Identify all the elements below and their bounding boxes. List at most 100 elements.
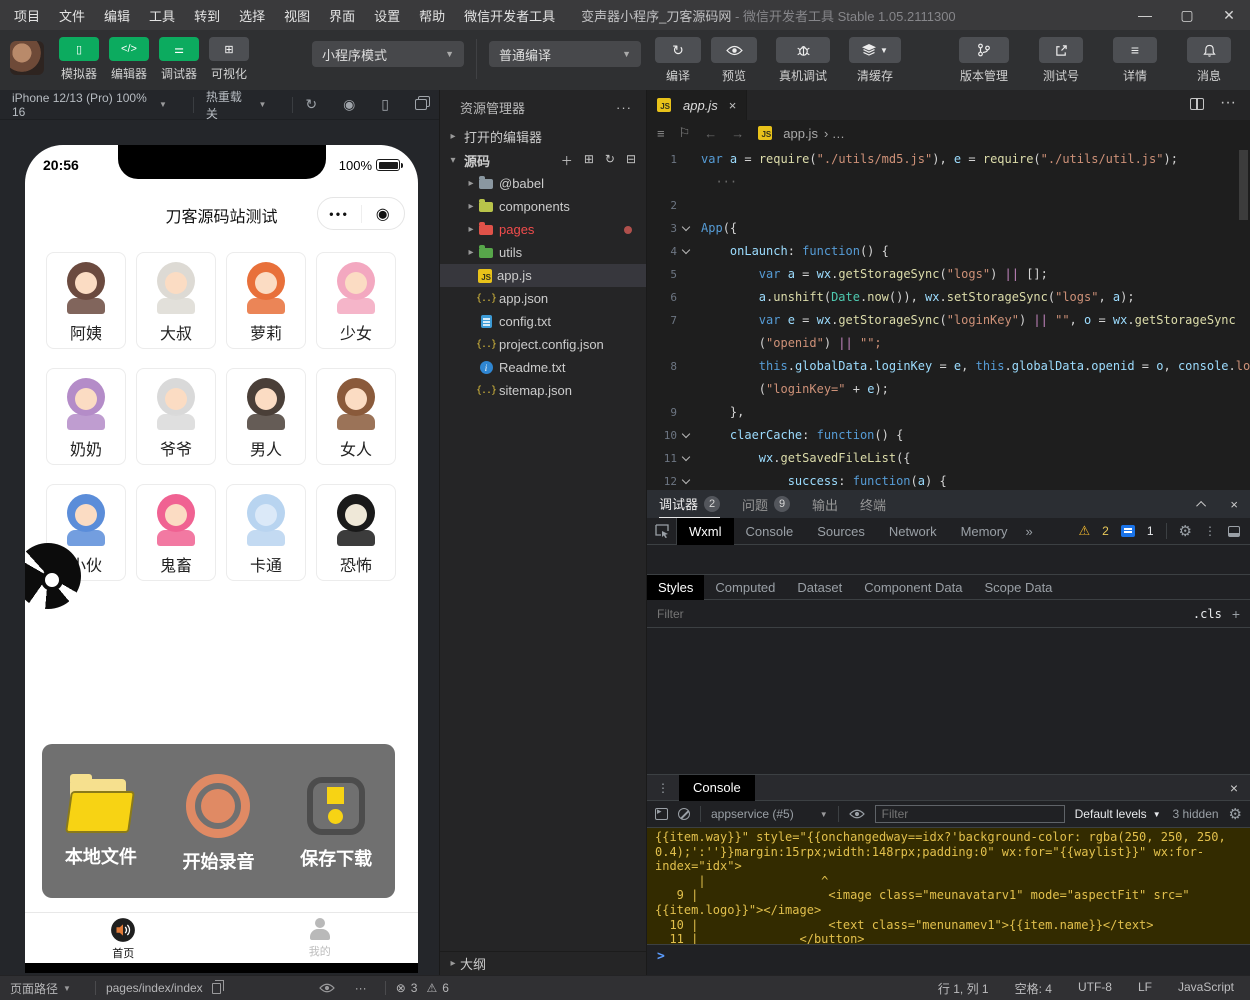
- start-record-button[interactable]: 开始录音: [182, 774, 254, 874]
- editor-scrollbar[interactable]: [1239, 150, 1248, 220]
- menu-item[interactable]: 界面: [329, 6, 355, 25]
- wxml-tree-area[interactable]: [647, 545, 1250, 575]
- devtools-tab-memory[interactable]: Memory: [949, 518, 1020, 545]
- voice-avatar-card[interactable]: 卡通: [226, 484, 306, 581]
- console-sidebar-icon[interactable]: [655, 806, 668, 820]
- split-editor-icon[interactable]: [1190, 98, 1205, 110]
- menu-item[interactable]: 帮助: [419, 6, 445, 25]
- close-tab-icon[interactable]: ×: [729, 98, 737, 113]
- panel-tab-调试器[interactable]: 调试器 2: [659, 490, 721, 518]
- fold-chevron-icon[interactable]: [681, 429, 691, 439]
- console-drawer-tab[interactable]: Console: [679, 774, 755, 801]
- preview-button[interactable]: 预览: [711, 37, 757, 84]
- voice-avatar-card[interactable]: 大叔: [136, 252, 216, 349]
- details-button[interactable]: ≡ 详情: [1113, 37, 1157, 84]
- panel-tab-终端[interactable]: 终端: [860, 490, 886, 518]
- console-prompt-row[interactable]: >: [647, 945, 1250, 975]
- voice-avatar-card[interactable]: 鬼畜: [136, 484, 216, 581]
- messages-button[interactable]: 消息: [1187, 37, 1231, 84]
- minimize-button[interactable]: —: [1124, 0, 1166, 30]
- voice-avatar-card[interactable]: 男人: [226, 368, 306, 465]
- menu-item[interactable]: 视图: [284, 6, 310, 25]
- collapse-panel-icon[interactable]: [1196, 500, 1207, 511]
- back-icon[interactable]: ←: [704, 126, 717, 141]
- new-folder-icon[interactable]: ⊞: [584, 152, 594, 169]
- warning-count[interactable]: 2: [1102, 524, 1109, 538]
- console-settings-icon[interactable]: ⚙: [1229, 805, 1242, 823]
- device-debug-button[interactable]: 真机调试: [776, 37, 830, 84]
- inspect-element-button[interactable]: [647, 517, 677, 545]
- fold-chevron-icon[interactable]: [681, 452, 691, 462]
- styles-filter-input[interactable]: [657, 606, 1183, 621]
- voice-avatar-card[interactable]: 阿姨: [46, 252, 126, 349]
- fold-chevron-icon[interactable]: [681, 245, 691, 255]
- file-item-components[interactable]: ▸ components: [440, 195, 646, 218]
- device-select[interactable]: iPhone 12/13 (Pro) 100% 16 ▼: [12, 91, 167, 119]
- breadcrumb[interactable]: ≡ ⚐ ← → JS app.js › …: [647, 120, 1250, 146]
- tab-appjs[interactable]: JS app.js ×: [647, 90, 748, 120]
- file-item-config.txt[interactable]: config.txt: [440, 310, 646, 333]
- cls-button[interactable]: .cls: [1193, 607, 1222, 621]
- statusbar-eye-icon[interactable]: [318, 983, 335, 993]
- toggle-debugger[interactable]: ⚌ 调试器: [159, 37, 199, 82]
- tab-home[interactable]: 首页: [25, 913, 222, 963]
- clear-cache-button[interactable]: ▼ 清缓存: [849, 37, 901, 84]
- drawer-menu-icon[interactable]: ⋮: [647, 781, 679, 795]
- statusbar-more-icon[interactable]: ···: [355, 981, 367, 995]
- styles-tab-computed[interactable]: Computed: [704, 575, 786, 600]
- explorer-more-icon[interactable]: ···: [616, 100, 632, 115]
- voice-avatar-card[interactable]: 奶奶: [46, 368, 126, 465]
- file-item-sitemap.json[interactable]: {..} sitemap.json: [440, 379, 646, 402]
- styles-tab-dataset[interactable]: Dataset: [786, 575, 853, 600]
- toggle-visual[interactable]: ⊞ 可视化: [209, 37, 249, 82]
- sim-record-icon[interactable]: ◉: [343, 96, 355, 113]
- statusbar-item[interactable]: UTF-8: [1078, 980, 1112, 997]
- menu-item[interactable]: 微信开发者工具: [464, 6, 555, 25]
- test-account-button[interactable]: 测试号: [1039, 37, 1083, 84]
- voice-avatar-card[interactable]: 萝莉: [226, 252, 306, 349]
- close-drawer-icon[interactable]: ×: [1230, 780, 1250, 796]
- tab-mine[interactable]: 我的: [222, 913, 419, 963]
- devtools-settings-icon[interactable]: ⚙: [1179, 522, 1192, 540]
- file-item-app.js[interactable]: JS app.js: [440, 264, 646, 287]
- fold-chevron-icon[interactable]: [681, 222, 691, 232]
- more-tabs-icon[interactable]: »: [1026, 524, 1033, 539]
- sim-window-icon[interactable]: [415, 99, 427, 110]
- compile-mode-select[interactable]: 普通编译 ▼: [489, 41, 641, 67]
- copy-icon[interactable]: [211, 980, 224, 994]
- open-editors-section[interactable]: ▸ 打开的编辑器: [440, 124, 646, 148]
- outline-list-icon[interactable]: ≡: [657, 126, 665, 141]
- sim-phone-icon[interactable]: ▯: [381, 96, 389, 113]
- file-item-app.json[interactable]: {..} app.json: [440, 287, 646, 310]
- page-path-value[interactable]: pages/index/index: [106, 980, 224, 995]
- devtools-tab-wxml[interactable]: Wxml: [677, 517, 734, 545]
- devtools-tab-network[interactable]: Network: [877, 518, 949, 545]
- outline-section[interactable]: ▸ 大纲: [440, 951, 646, 975]
- collapse-tree-icon[interactable]: ⊟: [626, 152, 636, 169]
- bookmark-icon[interactable]: ⚐: [679, 125, 691, 141]
- log-levels-select[interactable]: Default levels ▼: [1075, 807, 1161, 821]
- console-filter-input[interactable]: [874, 805, 1065, 823]
- menu-item[interactable]: 选择: [239, 6, 265, 25]
- compile-button[interactable]: ↻ 编译: [655, 37, 701, 84]
- menu-item[interactable]: 转到: [194, 6, 220, 25]
- menu-item[interactable]: 文件: [59, 6, 85, 25]
- editor-more-icon[interactable]: ···: [1220, 94, 1236, 112]
- file-item-@babel[interactable]: ▸ @babel: [440, 172, 646, 195]
- devtools-tab-console[interactable]: Console: [734, 518, 806, 545]
- voice-avatar-card[interactable]: 爷爷: [136, 368, 216, 465]
- problems-indicator[interactable]: ⊗ 3 ⚠ 6: [396, 981, 449, 995]
- user-avatar[interactable]: [10, 41, 44, 75]
- devtools-tab-sources[interactable]: Sources: [805, 518, 877, 545]
- local-file-button[interactable]: 本地文件: [65, 774, 137, 869]
- new-file-icon[interactable]: ＋: [561, 152, 573, 169]
- forward-icon[interactable]: →: [731, 126, 744, 141]
- add-style-icon[interactable]: +: [1232, 606, 1240, 622]
- page-path-select[interactable]: 页面路径 ▼: [10, 980, 71, 997]
- save-download-button[interactable]: 保存下载: [300, 777, 372, 871]
- exit-button[interactable]: ◉: [362, 204, 405, 224]
- statusbar-item[interactable]: JavaScript: [1178, 980, 1234, 997]
- more-button[interactable]: •••: [318, 207, 361, 221]
- toggle-simulator[interactable]: ▯ 模拟器: [59, 37, 99, 82]
- styles-tab-styles[interactable]: Styles: [647, 574, 705, 600]
